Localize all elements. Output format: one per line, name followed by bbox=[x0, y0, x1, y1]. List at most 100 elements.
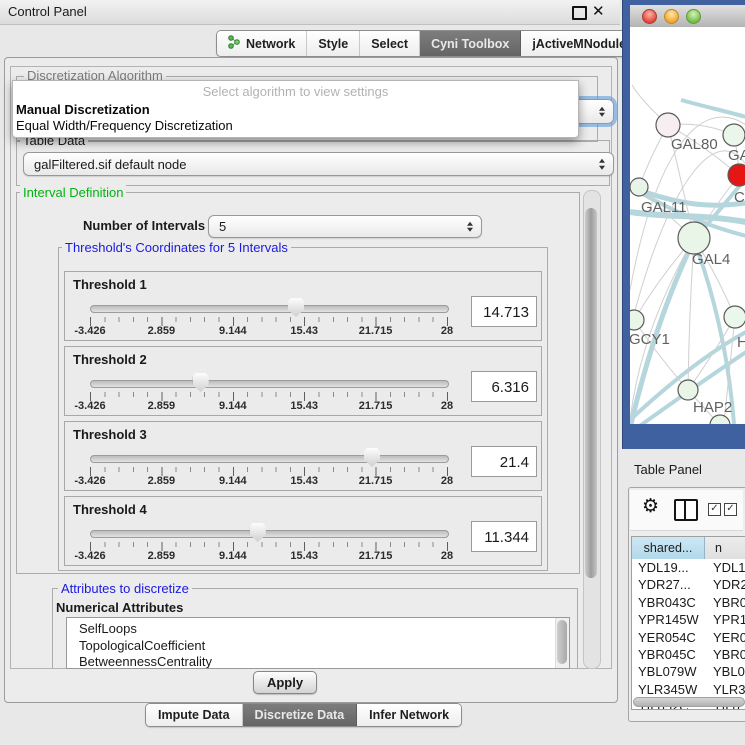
threshold-value-field[interactable]: 14.713 bbox=[471, 296, 537, 327]
close-icon[interactable]: ✕ bbox=[592, 2, 605, 20]
network-node-label: H bbox=[737, 334, 745, 351]
table-row[interactable]: YLR345WYLR3 bbox=[632, 681, 745, 698]
table-panel-title: Table Panel bbox=[634, 462, 702, 477]
algorithm-dropdown-popup: Select algorithm to view settings Manual… bbox=[12, 80, 579, 138]
cell-name: YLR3 bbox=[704, 681, 745, 698]
minimize-traffic-light-icon[interactable] bbox=[664, 9, 679, 24]
slider-scale-label: 2.859 bbox=[148, 400, 176, 412]
slider-scale-label: -3.426 bbox=[74, 475, 105, 487]
cell-shared-name: YER054C bbox=[632, 629, 704, 646]
threshold-2-panel: Threshold 2 -3.4262.8599.14415.4321.7152… bbox=[64, 346, 542, 416]
network-node[interactable] bbox=[656, 113, 680, 137]
float-window-icon[interactable] bbox=[572, 6, 587, 20]
slider-scale-label: 28 bbox=[441, 325, 453, 337]
slider-handle[interactable] bbox=[288, 298, 304, 317]
tab-select[interactable]: Select bbox=[360, 31, 420, 56]
checkbox-checked-icon[interactable]: ✓ bbox=[724, 503, 737, 516]
network-node[interactable] bbox=[724, 306, 745, 328]
slider-track[interactable] bbox=[90, 305, 449, 313]
list-scrollbar[interactable] bbox=[555, 618, 569, 668]
form-vertical-scrollbar[interactable] bbox=[583, 190, 601, 669]
tab-style[interactable]: Style bbox=[307, 31, 360, 56]
network-node[interactable] bbox=[678, 380, 698, 400]
network-node[interactable] bbox=[678, 222, 710, 254]
cell-shared-name: YBR043C bbox=[632, 594, 704, 611]
tab-cyni-toolbox[interactable]: Cyni Toolbox bbox=[420, 31, 521, 56]
column-header-shared-name[interactable]: shared... bbox=[632, 537, 705, 559]
table-header-row: shared... n bbox=[632, 537, 745, 559]
table-row[interactable]: YDR27...YDR2 bbox=[632, 576, 745, 593]
split-columns-icon[interactable] bbox=[674, 499, 698, 521]
attribute-list-item[interactable]: TopologicalCoefficient bbox=[67, 638, 569, 655]
table-panel-toolbar: ⚙ ✓ ✓ bbox=[630, 490, 743, 531]
threshold-label: Threshold 3 bbox=[73, 427, 147, 442]
thresholds-group-title: Threshold's Coordinates for 5 Intervals bbox=[62, 240, 291, 255]
threshold-1-panel: Threshold 1 -3.4262.8599.14415.4321.7152… bbox=[64, 271, 542, 341]
network-node-label: GAL11 bbox=[641, 199, 687, 216]
slider-scale-label: 21.715 bbox=[359, 475, 393, 487]
algorithm-placeholder-item[interactable]: Select algorithm to view settings bbox=[13, 84, 578, 99]
num-intervals-combobox[interactable]: 5 bbox=[208, 215, 482, 238]
cell-shared-name: YPR145W bbox=[632, 611, 704, 628]
network-node-label: GAL80 bbox=[671, 136, 718, 153]
slider-handle[interactable] bbox=[250, 523, 266, 542]
cell-shared-name: YDR27... bbox=[632, 576, 704, 593]
tab-infer-network[interactable]: Infer Network bbox=[357, 704, 461, 726]
network-icon bbox=[228, 35, 241, 52]
slider-track[interactable] bbox=[90, 380, 449, 388]
slider-scale-label: 9.144 bbox=[219, 475, 247, 487]
slider-major-ticks bbox=[90, 467, 450, 476]
cell-name: YBL0 bbox=[704, 663, 745, 680]
node-attribute-table: shared... n YDL19...YDL1YDR27...YDR2YBR0… bbox=[631, 536, 745, 710]
checkbox-checked-icon[interactable]: ✓ bbox=[708, 503, 721, 516]
slider-track[interactable] bbox=[90, 455, 449, 463]
slider-scale-label: 15.43 bbox=[290, 475, 318, 487]
application-window: Control Panel ✕ Network Style Select Cyn… bbox=[0, 0, 745, 745]
algorithm-option-manual[interactable]: Manual Discretization bbox=[16, 102, 150, 117]
cell-shared-name: YLR345W bbox=[632, 681, 704, 698]
close-traffic-light-icon[interactable] bbox=[642, 9, 657, 24]
tab-impute-data[interactable]: Impute Data bbox=[146, 704, 243, 726]
tab-discretize-data[interactable]: Discretize Data bbox=[243, 704, 358, 726]
threshold-label: Threshold 4 bbox=[73, 502, 147, 517]
network-node[interactable] bbox=[630, 310, 644, 330]
slider-scale-label: 15.43 bbox=[290, 550, 318, 562]
threshold-value-field[interactable]: 11.344 bbox=[471, 521, 537, 552]
slider-handle[interactable] bbox=[193, 373, 209, 392]
gear-icon[interactable]: ⚙ bbox=[642, 495, 659, 518]
table-row[interactable]: YBR043CYBR0 bbox=[632, 594, 745, 611]
attributes-list[interactable]: SelfLoopsTopologicalCoefficientBetweenne… bbox=[66, 617, 570, 669]
table-row[interactable]: YBL079WYBL0 bbox=[632, 663, 745, 680]
table-row[interactable]: YER054CYER0 bbox=[632, 629, 745, 646]
threshold-value-field[interactable]: 21.4 bbox=[471, 446, 537, 477]
slider-scale-label: -3.426 bbox=[74, 325, 105, 337]
slider-scale-label: 9.144 bbox=[219, 550, 247, 562]
slider-scale-label: 28 bbox=[441, 400, 453, 412]
zoom-traffic-light-icon[interactable] bbox=[686, 9, 701, 24]
table-data-combobox[interactable]: galFiltered.sif default node bbox=[23, 152, 614, 176]
cell-name: YER0 bbox=[704, 629, 745, 646]
column-header-name[interactable]: n bbox=[705, 537, 745, 559]
slider-scale-label: 2.859 bbox=[148, 325, 176, 337]
cell-name: YDR2 bbox=[704, 576, 745, 593]
table-row[interactable]: YPR145WYPR1 bbox=[632, 611, 745, 628]
cell-shared-name: YDL19... bbox=[632, 559, 704, 576]
attribute-list-item[interactable]: BetweennessCentrality bbox=[67, 654, 569, 669]
threshold-value-field[interactable]: 6.316 bbox=[471, 371, 537, 402]
network-node[interactable] bbox=[728, 164, 745, 186]
slider-handle[interactable] bbox=[364, 448, 380, 467]
network-canvas[interactable]: GAL80GACGAL11GAL4GCY1HHAP2 bbox=[630, 27, 745, 424]
algorithm-option-equal-width[interactable]: Equal Width/Frequency Discretization bbox=[16, 118, 233, 133]
network-node[interactable] bbox=[630, 178, 648, 196]
network-node[interactable] bbox=[723, 124, 745, 146]
slider-track[interactable] bbox=[90, 530, 449, 538]
network-node[interactable] bbox=[710, 415, 730, 424]
apply-button[interactable]: Apply bbox=[253, 671, 317, 694]
table-horizontal-scrollbar[interactable] bbox=[633, 697, 745, 707]
table-row[interactable]: YDL19...YDL1 bbox=[632, 559, 745, 576]
attribute-list-item[interactable]: SelfLoops bbox=[67, 621, 569, 638]
slider-scale-label: 9.144 bbox=[219, 325, 247, 337]
network-node-label: GCY1 bbox=[630, 331, 670, 348]
tab-network[interactable]: Network bbox=[217, 31, 307, 56]
table-row[interactable]: YBR045CYBR0 bbox=[632, 646, 745, 663]
